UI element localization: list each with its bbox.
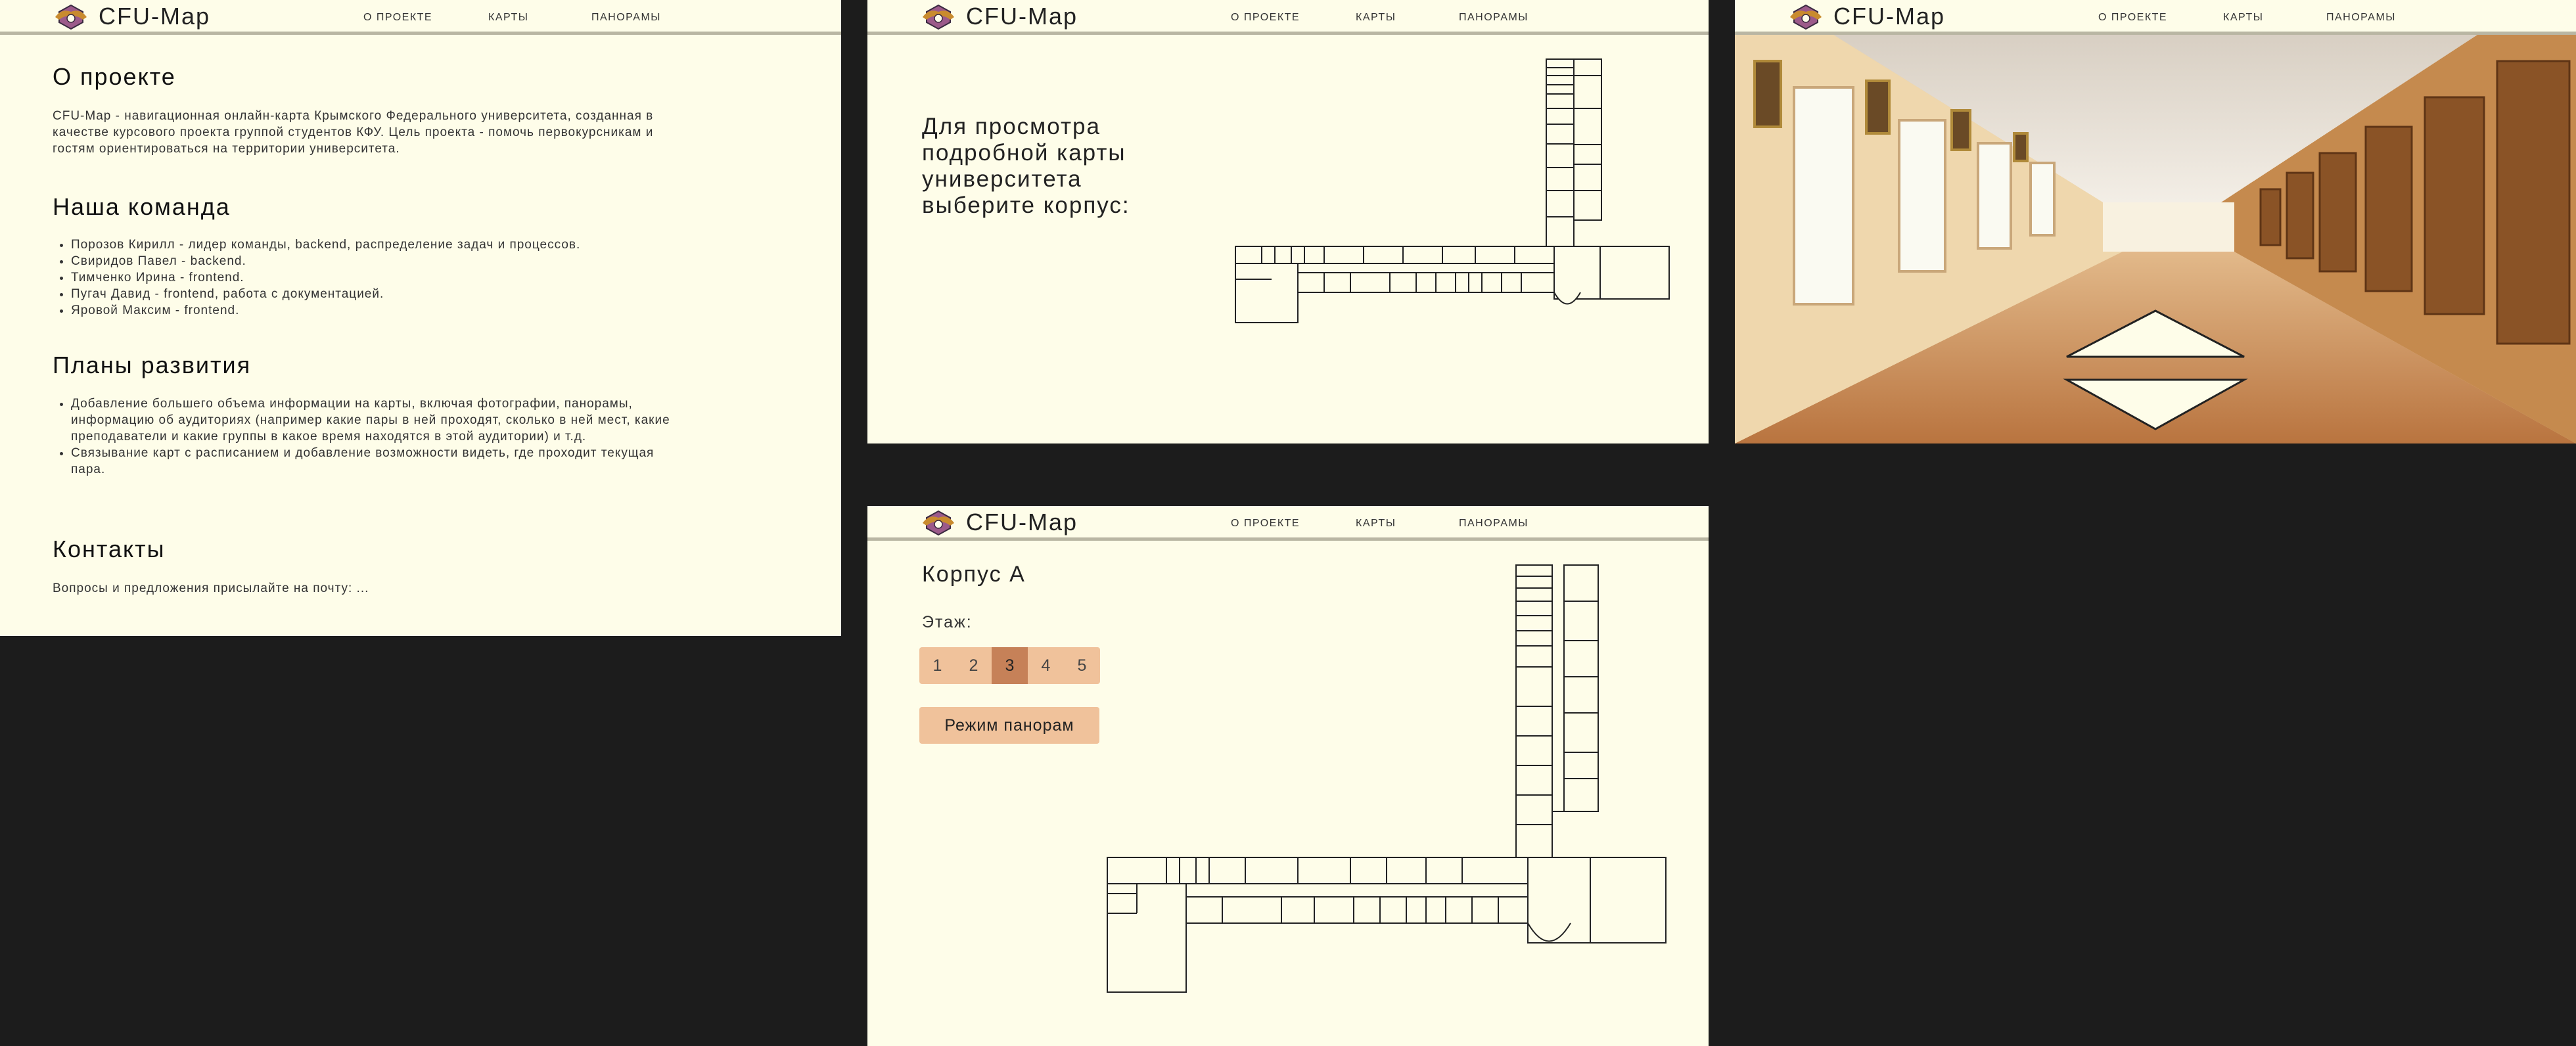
building-east-block[interactable] [1553, 246, 1670, 300]
building-screen: CFU-Map О ПРОЕКТЕ КАРТЫ ПАНОРАМЫ Корпус … [867, 506, 1709, 1046]
building-wing-right[interactable] [1573, 58, 1602, 221]
floor-selector: 1 2 3 4 5 [919, 647, 1100, 684]
header: CFU-Map О ПРОЕКТЕ КАРТЫ ПАНОРАМЫ [0, 0, 841, 35]
select-building-prompt: Для просмотра подробной карты университе… [922, 114, 1130, 218]
contacts-heading: Контакты [53, 535, 166, 562]
list-item: Свиридов Павел - backend. [71, 253, 689, 269]
floor-plan[interactable] [1104, 562, 1669, 995]
list-item: Порозов Кирилл - лидер команды, backend,… [71, 237, 689, 253]
header: CFU-Map О ПРОЕКТЕ КАРТЫ ПАНОРАМЫ [867, 506, 1709, 541]
nav-maps[interactable]: КАРТЫ [1356, 12, 1396, 24]
floor-button-4[interactable]: 4 [1028, 647, 1064, 684]
wing-right[interactable] [1563, 564, 1599, 812]
building-title: Корпус А [922, 562, 1026, 587]
floor-label: Этаж: [922, 613, 973, 631]
panorama-mode-button[interactable]: Режим панорам [919, 707, 1099, 744]
building-wing-left[interactable] [1546, 58, 1575, 250]
brand-title[interactable]: CFU-Map [99, 2, 210, 31]
plans-heading: Планы развития [53, 352, 252, 378]
nav-about[interactable]: О ПРОЕКТЕ [363, 12, 432, 24]
about-screen: CFU-Map О ПРОЕКТЕ КАРТЫ ПАНОРАМЫ О проек… [0, 0, 841, 636]
header: CFU-Map О ПРОЕКТЕ КАРТЫ ПАНОРАМЫ [1735, 0, 2576, 35]
list-item: Добавление большего объема информации на… [71, 396, 676, 445]
floor-button-5[interactable]: 5 [1064, 647, 1100, 684]
nav-maps[interactable]: КАРТЫ [488, 12, 528, 24]
brand-title[interactable]: CFU-Map [1833, 2, 1945, 31]
list-item: Пугач Давид - frontend, работа с докумен… [71, 286, 689, 302]
contacts-text: Вопросы и предложения присылайте на почт… [53, 581, 369, 595]
corridor-top[interactable] [1107, 857, 1529, 884]
list-item: Тимченко Ирина - frontend. [71, 269, 689, 286]
floor-button-3[interactable]: 3 [992, 647, 1028, 684]
wing-left[interactable] [1515, 564, 1553, 858]
panorama-screen: CFU-Map О ПРОЕКТЕ КАРТЫ ПАНОРАМЫ [1735, 0, 2576, 443]
list-item: Связывание карт с расписанием и добавлен… [71, 445, 676, 478]
nav-panoramas[interactable]: ПАНОРАМЫ [2326, 12, 2396, 24]
nav-about[interactable]: О ПРОЕКТЕ [1231, 12, 1300, 24]
list-item: Яровой Максим - frontend. [71, 302, 689, 319]
about-heading: О проекте [53, 63, 176, 90]
floor-button-1[interactable]: 1 [919, 647, 955, 684]
university-crest-icon[interactable] [1787, 3, 1824, 30]
university-crest-icon[interactable] [920, 3, 957, 30]
brand-title[interactable]: CFU-Map [966, 508, 1078, 537]
block-west[interactable] [1107, 883, 1187, 993]
corridor-bottom[interactable] [1185, 896, 1529, 924]
panorama-image[interactable] [1735, 35, 2576, 443]
floor-button-2[interactable]: 2 [955, 647, 992, 684]
nav-about[interactable]: О ПРОЕКТЕ [2098, 12, 2167, 24]
building-corridor-bottom[interactable] [1297, 272, 1555, 293]
plans-list: Добавление большего объема информации на… [53, 396, 676, 478]
header: CFU-Map О ПРОЕКТЕ КАРТЫ ПАНОРАМЫ [867, 0, 1709, 35]
team-list: Порозов Кирилл - лидер команды, backend,… [53, 237, 689, 319]
building-corridor-top[interactable] [1235, 246, 1555, 264]
about-text: CFU-Map - навигационная онлайн-карта Кры… [53, 109, 654, 156]
nav-about[interactable]: О ПРОЕКТЕ [1231, 518, 1300, 530]
nav-maps[interactable]: КАРТЫ [2223, 12, 2263, 24]
building-rotunda[interactable] [1553, 292, 1581, 305]
team-heading: Наша команда [53, 193, 231, 220]
brand-title[interactable]: CFU-Map [966, 2, 1078, 31]
maps-screen: CFU-Map О ПРОЕКТЕ КАРТЫ ПАНОРАМЫ Для про… [867, 0, 1709, 443]
building-map[interactable] [1232, 56, 1672, 332]
nav-panoramas[interactable]: ПАНОРАМЫ [1459, 518, 1529, 530]
university-crest-icon[interactable] [53, 3, 89, 30]
university-crest-icon[interactable] [920, 509, 957, 536]
building-block[interactable] [1235, 263, 1299, 323]
nav-maps[interactable]: КАРТЫ [1356, 518, 1396, 530]
nav-panoramas[interactable]: ПАНОРАМЫ [1459, 12, 1529, 24]
nav-panoramas[interactable]: ПАНОРАМЫ [591, 12, 661, 24]
